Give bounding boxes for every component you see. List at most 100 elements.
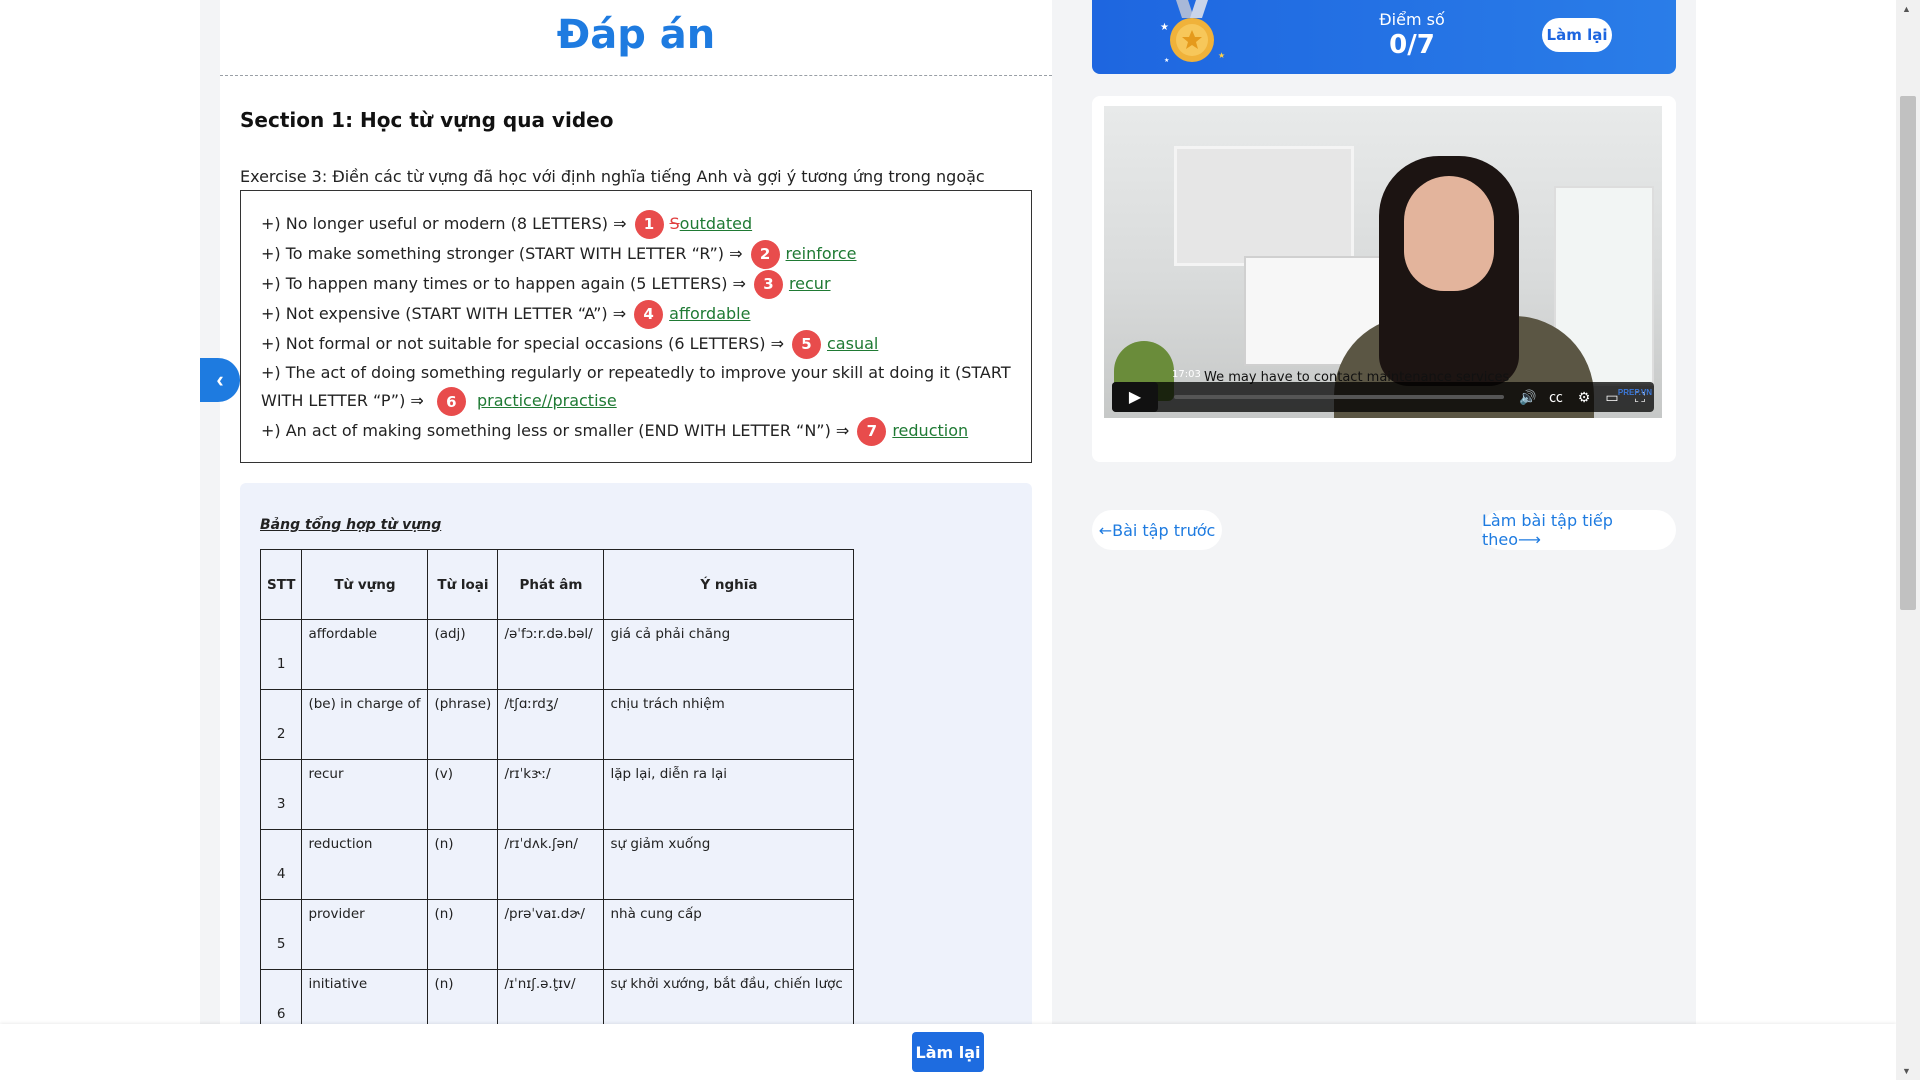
cell-stt: 5 <box>259 899 303 970</box>
table-header-row: STT Từ vựng Từ loại Phát âm Ý nghĩa <box>259 549 855 620</box>
cell-stt: 2 <box>259 689 303 760</box>
cell-pronunciation: /prəˈvaɪ.dɚ/ <box>497 899 605 970</box>
page-margin-right <box>1696 0 1896 1080</box>
bottom-retry-button[interactable]: Làm lại <box>912 1032 984 1072</box>
video-player[interactable]: 17:03 We may have to contact maintenance… <box>1104 106 1662 418</box>
question-text: +) Not formal or not suitable for specia… <box>261 334 784 353</box>
correct-answer: reduction <box>892 421 969 440</box>
cell-meaning: nhà cung cấp <box>603 899 855 970</box>
cell-type: (phrase) <box>427 689 499 760</box>
page-margin-left <box>0 0 200 1080</box>
cell-word: initiative <box>301 969 429 1024</box>
answer-number-badge: 3 <box>753 269 783 299</box>
chevron-left-icon: ‹ <box>216 367 224 392</box>
question-row-3: +) To happen many times or to happen aga… <box>261 269 1011 299</box>
question-text: +) Not expensive (START WITH LETTER “A”)… <box>261 304 627 323</box>
cell-type: (n) <box>427 899 499 970</box>
cell-pronunciation: /rɪˈdʌk.ʃən/ <box>497 829 605 900</box>
vocab-panel: Bảng tổng hợp từ vựng STT Từ vựng Từ loạ… <box>240 483 1032 1024</box>
answer-panel: Đáp án Section 1: Học từ vựng qua video … <box>220 0 1052 1024</box>
cell-type: (n) <box>427 969 499 1024</box>
next-exercise-button[interactable]: Làm bài tập tiếp theo⟶ <box>1482 510 1676 550</box>
score-card: ★ ★ ★ Điểm số 0/7 Làm lại <box>1092 0 1676 74</box>
svg-text:★: ★ <box>1218 51 1225 60</box>
cell-type: (v) <box>427 759 499 830</box>
exercise-box: +) No longer useful or modern (8 LETTERS… <box>240 190 1032 463</box>
correct-answer: reinforce <box>785 244 857 263</box>
svg-text:★: ★ <box>1164 57 1169 64</box>
cell-word: provider <box>301 899 429 970</box>
answer-number-badge: 2 <box>750 239 780 269</box>
table-row: 2 (be) in charge of (phrase) /tʃɑːrdʒ/ c… <box>259 689 855 760</box>
table-row: 1 affordable (adj) /əˈfɔːr.də.bəl/ giá c… <box>259 619 855 690</box>
brand-logo: PREP.VN <box>1617 388 1652 397</box>
cell-word: recur <box>301 759 429 830</box>
question-text: +) The act of doing something regularly … <box>261 363 1011 410</box>
cell-type: (n) <box>427 829 499 900</box>
vocab-table: STT Từ vựng Từ loại Phát âm Ý nghĩa 1 af… <box>259 549 855 1024</box>
col-header-pronunciation: Phát âm <box>497 549 605 620</box>
cell-word: (be) in charge of <box>301 689 429 760</box>
cell-meaning: sự giảm xuống <box>603 829 855 900</box>
video-controls: ▶ 🔊 ㏄ ⚙ ▭ ⛶ <box>1112 382 1654 412</box>
table-row: 4 reduction (n) /rɪˈdʌk.ʃən/ sự giảm xuố… <box>259 829 855 900</box>
cell-stt: 6 <box>259 969 303 1024</box>
question-row-1: +) No longer useful or modern (8 LETTERS… <box>261 209 1011 239</box>
prev-exercise-button[interactable]: ←Bài tập trước <box>1092 510 1222 550</box>
cc-icon[interactable]: ㏄ <box>1542 387 1570 407</box>
col-header-stt: STT <box>259 549 303 620</box>
scrollbar[interactable]: ▲ ▼ <box>1896 0 1920 1080</box>
cell-meaning: lặp lại, diễn ra lại <box>603 759 855 830</box>
cell-word: affordable <box>301 619 429 690</box>
play-icon[interactable]: ▶ <box>1112 382 1158 412</box>
cell-pronunciation: /ɪˈnɪʃ.ə.t̬ɪv/ <box>497 969 605 1024</box>
cell-type: (adj) <box>427 619 499 690</box>
correct-answer: practice//practise <box>476 391 617 410</box>
answer-number-badge: 1 <box>634 209 664 239</box>
correct-answer: affordable <box>669 304 751 323</box>
video-card: 17:03 We may have to contact maintenance… <box>1092 96 1676 462</box>
section-heading: Section 1: Học từ vựng qua video <box>240 108 614 132</box>
bottom-bar: Làm lại <box>0 1024 1896 1080</box>
question-row-6: +) The act of doing something regularly … <box>261 359 1011 416</box>
cell-stt: 4 <box>259 829 303 900</box>
video-frame-person-face <box>1404 176 1494 291</box>
vocab-title: Bảng tổng hợp từ vựng <box>260 517 442 533</box>
question-text: +) No longer useful or modern (8 LETTERS… <box>261 214 627 233</box>
video-frame-shelf <box>1174 146 1354 266</box>
col-header-meaning: Ý nghĩa <box>603 549 855 620</box>
scroll-down-icon[interactable]: ▼ <box>1902 1066 1911 1076</box>
cell-stt: 1 <box>259 619 303 690</box>
table-row: 5 provider (n) /prəˈvaɪ.dɚ/ nhà cung cấp <box>259 899 855 970</box>
col-header-word: Từ vựng <box>301 549 429 620</box>
cell-word: reduction <box>301 829 429 900</box>
retry-button[interactable]: Làm lại <box>1542 18 1612 52</box>
exercise-title: Exercise 3: Điền các từ vựng đã học với … <box>240 167 985 186</box>
score-value: 0/7 <box>1389 30 1435 60</box>
question-row-5: +) Not formal or not suitable for specia… <box>261 329 1011 359</box>
cell-meaning: giá cả phải chăng <box>603 619 855 690</box>
cell-pronunciation: /rɪˈkɝː/ <box>497 759 605 830</box>
video-progress-bar[interactable] <box>1174 395 1504 399</box>
answer-number-badge: 5 <box>792 329 821 359</box>
cell-pronunciation: /əˈfɔːr.də.bəl/ <box>497 619 605 690</box>
question-text: +) An act of making something less or sm… <box>261 421 850 440</box>
col-header-type: Từ loại <box>427 549 499 620</box>
cell-stt: 3 <box>259 759 303 830</box>
answer-number-badge: 4 <box>634 299 664 329</box>
volume-icon[interactable]: 🔊 <box>1514 389 1542 406</box>
settings-icon[interactable]: ⚙ <box>1570 389 1598 406</box>
question-text: +) To happen many times or to happen aga… <box>261 274 746 293</box>
scroll-up-icon[interactable]: ▲ <box>1902 4 1911 14</box>
medal-icon: ★ ★ ★ <box>1160 0 1225 64</box>
table-row: 3 recur (v) /rɪˈkɝː/ lặp lại, diễn ra lạ… <box>259 759 855 830</box>
table-row: 6 initiative (n) /ɪˈnɪʃ.ə.t̬ɪv/ sự khởi … <box>259 969 855 1024</box>
title-divider <box>220 75 1052 76</box>
scroll-thumb[interactable] <box>1900 96 1916 610</box>
correct-answer: outdated <box>679 214 753 233</box>
correct-answer: casual <box>827 334 879 353</box>
question-row-7: +) An act of making something less or sm… <box>261 416 1011 446</box>
page-title: Đáp án <box>556 12 716 58</box>
cell-meaning: sự khởi xướng, bắt đầu, chiến lược <box>603 969 855 1024</box>
correct-answer: recur <box>788 274 831 293</box>
